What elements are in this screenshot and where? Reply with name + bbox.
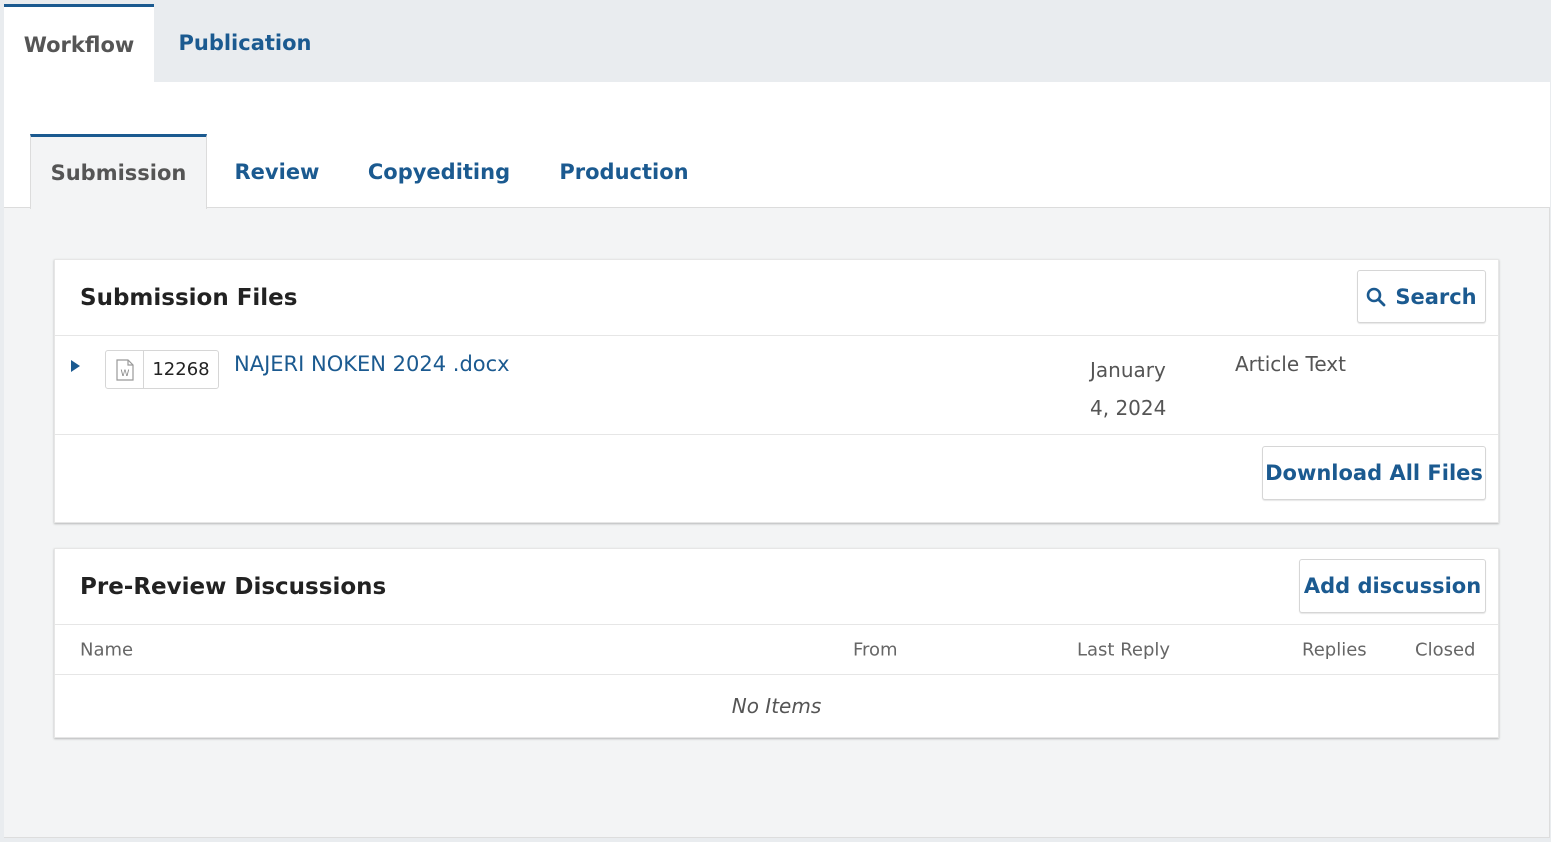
- tab-publication[interactable]: Publication: [170, 4, 320, 82]
- top-tab-bar: Workflow Publication: [0, 0, 1551, 82]
- workflow-panel: Submission Review Copyediting Production…: [4, 82, 1550, 838]
- file-type: Article Text: [1235, 352, 1346, 376]
- tab-submission[interactable]: Submission: [30, 134, 207, 209]
- search-icon: [1367, 287, 1386, 306]
- search-button[interactable]: Search: [1357, 270, 1486, 323]
- file-id: 12268: [152, 359, 210, 380]
- submission-files-title: Submission Files: [80, 284, 298, 311]
- discussions-title: Pre-Review Discussions: [80, 573, 387, 600]
- submission-files-header: Submission Files Search: [55, 260, 1498, 336]
- file-date-line2: 4, 2024: [1090, 396, 1167, 420]
- pre-review-discussions-card: Pre-Review Discussions Add discussion Na…: [54, 548, 1499, 738]
- column-replies[interactable]: Replies: [1302, 639, 1367, 660]
- files-footer: Download All Files: [55, 435, 1498, 522]
- column-last-reply[interactable]: Last Reply: [1077, 639, 1170, 660]
- word-document-icon: W: [106, 351, 144, 388]
- column-closed[interactable]: Closed: [1415, 639, 1475, 660]
- search-button-label: Search: [1395, 284, 1477, 309]
- svg-text:W: W: [120, 369, 129, 379]
- expand-arrow-icon[interactable]: [71, 360, 80, 372]
- discussions-header: Pre-Review Discussions Add discussion: [55, 549, 1498, 625]
- file-date-line1: January: [1090, 358, 1166, 382]
- column-name[interactable]: Name: [80, 639, 133, 660]
- tab-workflow[interactable]: Workflow: [4, 4, 154, 82]
- file-name-link[interactable]: NAJERI NOKEN 2024 .docx: [234, 352, 510, 376]
- add-discussion-button[interactable]: Add discussion: [1299, 559, 1486, 613]
- file-badge: W 12268: [105, 350, 219, 389]
- tab-copyediting[interactable]: Copyediting: [359, 134, 519, 209]
- stage-tab-bar: Submission Review Copyediting Production: [4, 82, 1550, 209]
- file-date: January 4, 2024: [1090, 351, 1190, 427]
- download-all-files-button[interactable]: Download All Files: [1262, 446, 1486, 500]
- file-row: W 12268 NAJERI NOKEN 2024 .docx January …: [55, 336, 1498, 435]
- column-from[interactable]: From: [853, 639, 898, 660]
- tab-review[interactable]: Review: [222, 134, 332, 209]
- discussions-column-headers: Name From Last Reply Replies Closed: [55, 625, 1498, 675]
- empty-list-message: No Items: [731, 694, 822, 718]
- tab-production[interactable]: Production: [549, 134, 699, 209]
- submission-files-card: Submission Files Search W 12268 NAJERI N…: [54, 259, 1499, 523]
